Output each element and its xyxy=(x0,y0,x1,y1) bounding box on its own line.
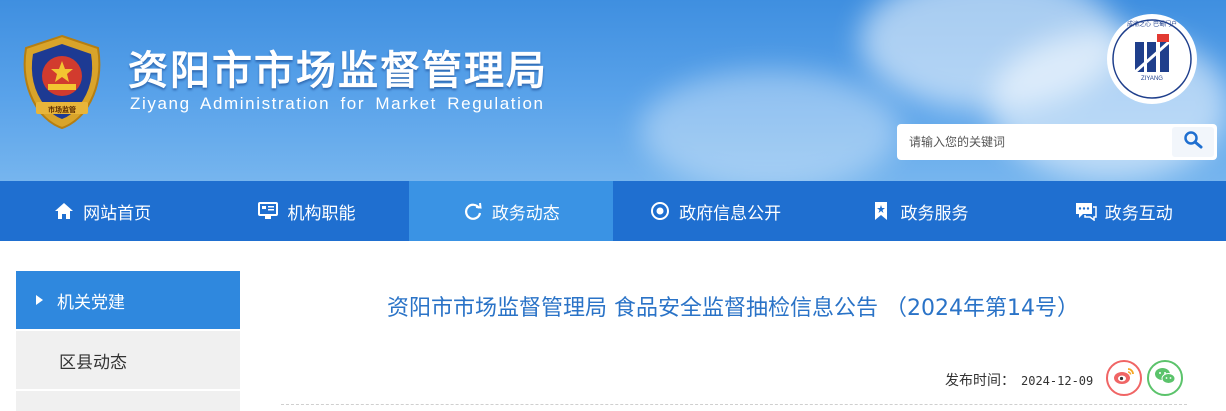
search-button[interactable] xyxy=(1172,127,1214,157)
monitor-icon xyxy=(257,200,279,222)
nav-item-home[interactable]: 网站首页 xyxy=(0,181,204,241)
home-icon xyxy=(53,200,75,222)
nav-item-info-disclosure[interactable]: 政府信息公开 xyxy=(613,181,817,241)
nav-item-news[interactable]: 政务动态 xyxy=(408,181,613,241)
share-weibo-button[interactable] xyxy=(1106,360,1142,396)
sidebar-item-party-building[interactable]: 机关党建 xyxy=(16,271,240,329)
nav-label: 政务互动 xyxy=(1104,203,1173,224)
circle-target-icon xyxy=(649,200,671,222)
nav-label: 网站首页 xyxy=(83,203,152,224)
seal-text-bottom: ZIYANG xyxy=(1141,76,1163,82)
nav-label: 政府信息公开 xyxy=(679,203,782,224)
weibo-icon xyxy=(1113,366,1135,390)
seal-text-top: 成渝之心 巴蜀门户 xyxy=(1127,21,1177,28)
ziyang-seal-logo: 成渝之心 巴蜀门户 ZIYANG xyxy=(1105,12,1199,106)
sidebar-item-partial[interactable] xyxy=(16,391,240,411)
triangle-right-icon xyxy=(36,295,43,305)
header-banner: 市场监管 资阳市市场监督管理局 Ziyang Administration fo… xyxy=(0,0,1226,181)
sidebar-item-label: 机关党建 xyxy=(57,292,125,313)
chat-icon xyxy=(1075,200,1097,222)
bookmark-icon xyxy=(870,200,892,222)
divider xyxy=(281,404,1187,405)
publish-info: 发布时间： 2024-12-09 xyxy=(945,370,1093,390)
emblem-label: 市场监管 xyxy=(48,106,76,114)
share-wechat-button[interactable] xyxy=(1147,360,1183,396)
search-box xyxy=(897,124,1217,160)
article-title: 资阳市市场监督管理局 食品安全监督抽检信息公告 （2024年第14号） xyxy=(387,296,1079,321)
nav-item-functions[interactable]: 机构职能 xyxy=(204,181,408,241)
nav-label: 机构职能 xyxy=(287,203,356,224)
wechat-icon xyxy=(1154,366,1176,390)
search-icon xyxy=(1183,130,1203,154)
publish-date: 2024-12-09 xyxy=(1021,374,1094,388)
sidebar-item-label: 区县动态 xyxy=(59,352,127,373)
refresh-icon xyxy=(462,200,484,222)
cloud-decoration xyxy=(640,70,900,181)
search-input[interactable] xyxy=(897,124,1167,160)
police-emblem-logo: 市场监管 xyxy=(18,34,106,130)
nav-label: 政务动态 xyxy=(491,203,560,224)
main-nav: 网站首页 机构职能 政务动态 政府信息公开 政务服务 政务互动 xyxy=(0,181,1226,241)
nav-item-services[interactable]: 政务服务 xyxy=(817,181,1021,241)
sidebar-item-district-news[interactable]: 区县动态 xyxy=(16,331,240,389)
nav-item-interaction[interactable]: 政务互动 xyxy=(1022,181,1226,241)
site-title-en: Ziyang Administration for Market Regulat… xyxy=(130,94,545,113)
nav-label: 政务服务 xyxy=(900,203,969,224)
publish-label: 发布时间： xyxy=(945,373,1015,389)
site-title-cn: 资阳市市场监督管理局 xyxy=(128,48,548,94)
